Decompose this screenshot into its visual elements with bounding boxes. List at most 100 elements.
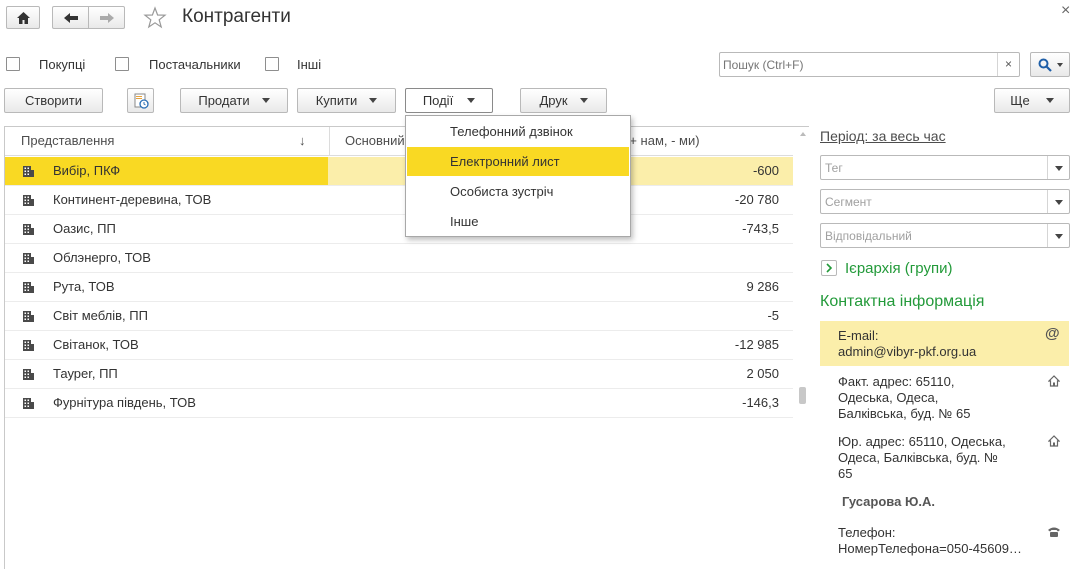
search-input[interactable] [723,56,993,73]
close-icon[interactable]: × [1061,2,1070,20]
table-row[interactable]: Вибір, ПКФ -600 [5,157,793,186]
sort-arrow-icon[interactable]: ↓ [299,127,306,155]
house-icon [1048,375,1060,387]
row-debt-value: -146,3 [742,395,779,410]
email-label: E-mail: [838,328,879,343]
building-icon [23,340,34,351]
table-header: Представлення ↓ Основний (+ нам, - ми) [5,127,793,156]
sell-button[interactable]: Продати [180,88,288,113]
document-clock-icon [134,93,149,109]
menu-item-other[interactable]: Інше [407,207,629,236]
chevron-right-icon [826,263,833,273]
home-icon [16,11,30,24]
phone-label: Телефон: [838,525,896,540]
arrow-right-icon [99,12,114,23]
column-divider [329,127,330,155]
building-icon [23,311,34,322]
print-button[interactable]: Друк [520,88,607,113]
column-header-main[interactable]: Основний [345,127,405,155]
column-header-debt[interactable]: (+ нам, - ми) [625,127,700,155]
menu-item-meeting[interactable]: Особиста зустріч [407,177,629,206]
table-row[interactable]: Континент-деревина, ТОВ -20 780 [5,186,793,215]
search-button[interactable] [1030,52,1070,77]
building-icon [23,398,34,409]
search-clear-icon[interactable]: × [997,53,1019,76]
chevron-down-icon[interactable] [1047,156,1069,179]
back-button[interactable] [52,6,89,29]
arrow-left-icon [63,12,78,23]
row-name: Світанок, ТОВ [53,337,139,352]
chevron-down-icon [261,98,270,103]
building-icon [23,195,34,206]
menu-item-email[interactable]: Електронний лист [407,147,629,176]
scroll-thumb[interactable] [799,387,806,404]
favorite-button[interactable] [143,6,167,30]
search-field[interactable]: × [719,52,1020,77]
scroll-up-icon[interactable] [800,132,806,136]
suppliers-checkbox[interactable] [115,57,129,71]
buy-button-label: Купити [315,93,358,108]
row-debt-value: -600 [752,163,779,178]
building-icon [23,282,34,293]
row-debt-value: 2 050 [746,366,779,381]
chevron-down-icon [467,98,476,103]
table-row[interactable]: Тауреr, ПП 2 050 [5,360,793,389]
house-icon [1048,435,1060,447]
period-link[interactable]: Період: за весь час [820,128,946,144]
phone-value: НомерТелефона=050-45609… [838,541,1022,556]
building-icon [23,253,34,264]
fact-address: Факт. адрес: 65110, Одеська, Одеса, Балк… [838,374,971,421]
contact-info-header: Контактна інформація [820,293,985,310]
legal-address: Юр. адрес: 65110, Одеська, Одеса, Балків… [838,434,1006,481]
events-button[interactable]: Події [405,88,493,113]
home-button[interactable] [6,6,40,29]
suppliers-label: Постачальники [149,57,241,72]
table-row[interactable]: Світанок, ТОВ -12 985 [5,331,793,360]
responsible-placeholder: Відповідальний [825,229,912,243]
responsible-field[interactable]: Відповідальний [820,223,1070,248]
row-name: Континент-деревина, ТОВ [53,192,212,207]
table-row[interactable]: Фурнітура південь, ТОВ -146,3 [5,389,793,418]
row-debt-value: -5 [767,308,779,323]
more-button-label: Ще [1010,93,1030,108]
contact-person: Гусарова Ю.А. [842,494,935,509]
table-row[interactable]: Рута, ТОВ 9 286 [5,273,793,302]
row-name: Рута, ТОВ [53,279,115,294]
events-menu: Телефонний дзвінок Електронний лист Особ… [405,115,631,237]
chevron-down-icon[interactable] [1047,224,1069,247]
hierarchy-label[interactable]: Ієрархія (групи) [845,260,952,277]
row-name: Вибір, ПКФ [53,163,121,178]
tag-field[interactable]: Тег [820,155,1070,180]
forward-button[interactable] [88,6,125,29]
menu-item-phone-call[interactable]: Телефонний дзвінок [407,117,629,146]
row-name: Світ меблів, ПП [53,308,148,323]
segment-placeholder: Сегмент [825,195,872,209]
create-button-label: Створити [24,93,83,108]
building-icon [23,224,34,235]
table-row[interactable]: Світ меблів, ПП -5 [5,302,793,331]
chevron-down-icon[interactable] [1047,190,1069,213]
table-row[interactable]: Оазис, ПП -743,5 [5,215,793,244]
phone-icon [1048,527,1060,537]
hierarchy-toggle[interactable] [821,260,837,276]
chevron-down-icon [579,98,588,103]
tag-placeholder: Тег [825,161,843,175]
more-button[interactable]: Ще [994,88,1070,113]
scrollbar[interactable] [797,127,809,569]
star-icon [143,6,167,29]
segment-field[interactable]: Сегмент [820,189,1070,214]
table-row[interactable]: Облэнерго, ТОВ [5,244,793,273]
report-button[interactable] [127,88,154,113]
row-name: Оазис, ПП [53,221,116,236]
create-button[interactable]: Створити [4,88,103,113]
buyers-label: Покупці [39,57,86,72]
buyers-checkbox[interactable] [6,57,20,71]
page-title: Контрагенти [182,6,291,27]
row-name: Облэнерго, ТОВ [53,250,151,265]
buy-button[interactable]: Купити [297,88,396,113]
others-checkbox[interactable] [265,57,279,71]
print-button-label: Друк [539,93,568,108]
at-icon: @ [1045,325,1060,342]
row-debt-value: -743,5 [742,221,779,236]
column-header-name[interactable]: Представлення [21,127,114,155]
